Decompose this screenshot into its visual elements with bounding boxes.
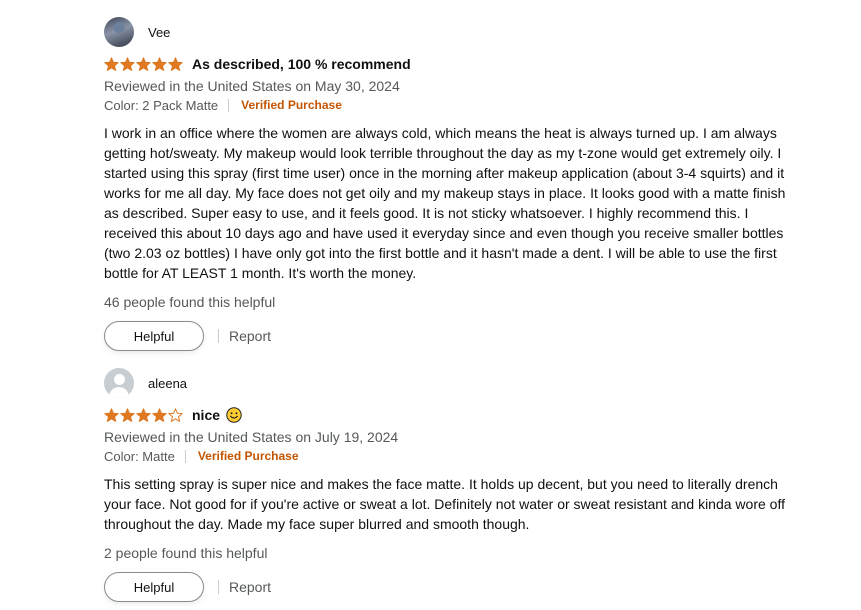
divider [184, 450, 186, 463]
star-filled-icon [152, 56, 167, 71]
avatar-head [113, 374, 125, 385]
review-card: Vee As described, 100 % recommend Review… [104, 15, 794, 351]
avatar[interactable] [104, 17, 134, 47]
review-title-row: nice [104, 404, 794, 426]
review-title[interactable]: As described, 100 % recommend [192, 56, 411, 72]
helpful-count: 2 people found this helpful [104, 545, 268, 561]
review-format-strip: Color: Matte Verified Purchase [104, 447, 794, 466]
divider [218, 580, 219, 594]
verified-purchase-badge[interactable]: Verified Purchase [241, 96, 342, 115]
star-filled-icon [136, 56, 151, 71]
verified-purchase-badge[interactable]: Verified Purchase [198, 447, 299, 466]
review-body: This setting spray is super nice and mak… [104, 476, 785, 532]
review-actions: Helpful Report [104, 572, 794, 602]
reviewer-name[interactable]: Vee [148, 25, 170, 40]
variant-link[interactable]: Color: Matte [104, 447, 175, 466]
star-filled-icon [120, 407, 135, 422]
review-actions: Helpful Report [104, 321, 794, 351]
review-date: Reviewed in the United States on May 30,… [104, 78, 400, 94]
review-format-strip: Color: 2 Pack Matte Verified Purchase [104, 96, 794, 115]
variant-link[interactable]: Color: 2 Pack Matte [104, 96, 218, 115]
review-title-row: As described, 100 % recommend [104, 53, 794, 75]
avatar-default-icon[interactable] [104, 368, 134, 398]
review-title-text[interactable]: As described, 100 % recommend [192, 56, 411, 72]
review-body: I work in an office where the women are … [104, 125, 786, 281]
star-filled-icon [104, 56, 119, 71]
reviewer-name[interactable]: aleena [148, 376, 187, 391]
helpful-count: 46 people found this helpful [104, 294, 276, 310]
report-link[interactable]: Report [229, 328, 271, 344]
star-empty-icon [168, 407, 183, 422]
star-filled-icon [136, 407, 151, 422]
divider [218, 329, 219, 343]
review-title[interactable]: nice [192, 407, 242, 423]
smiley-emoji-icon [226, 407, 242, 423]
review-title-text[interactable]: nice [192, 407, 220, 423]
star-filled-icon [168, 56, 183, 71]
star-filled-icon [104, 407, 119, 422]
star-filled-icon [152, 407, 167, 422]
review-card: aleena nice Reviewed in the United State… [104, 366, 794, 602]
helpful-button[interactable]: Helpful [104, 321, 204, 351]
report-link[interactable]: Report [229, 579, 271, 595]
star-filled-icon [120, 56, 135, 71]
avatar-body [109, 387, 129, 398]
divider [228, 99, 230, 112]
star-rating[interactable] [104, 407, 183, 423]
star-rating[interactable] [104, 56, 183, 72]
helpful-button[interactable]: Helpful [104, 572, 204, 602]
reviewer-profile[interactable]: aleena [104, 366, 794, 400]
review-date: Reviewed in the United States on July 19… [104, 429, 399, 445]
reviewer-profile[interactable]: Vee [104, 15, 794, 49]
